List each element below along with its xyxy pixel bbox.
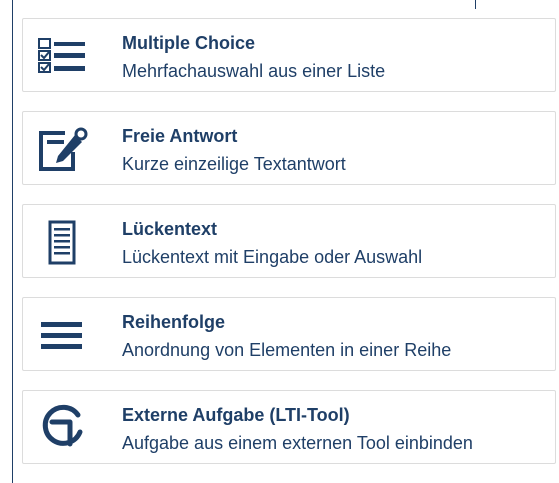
option-external-tool[interactable]: Externe Aufgabe (LTI-Tool) Aufgabe aus e…: [22, 390, 556, 464]
multiple-choice-icon: [32, 32, 94, 80]
ordering-icon: [32, 311, 94, 359]
option-cloze-text[interactable]: Lückentext Lückentext mit Eingabe oder A…: [22, 204, 556, 278]
option-description: Kurze einzeilige Textantwort: [122, 154, 346, 174]
option-description: Mehrfachauswahl aus einer Liste: [122, 61, 386, 81]
panel-divider: [475, 0, 476, 9]
option-description: Anordnung von Elementen in einer Reihe: [122, 340, 452, 360]
option-multiple-choice[interactable]: Multiple Choice Mehrfachauswahl aus eine…: [22, 18, 556, 92]
option-description: Lückentext mit Eingabe oder Auswahl: [122, 247, 423, 267]
option-title: Freie Antwort: [122, 126, 238, 146]
external-tool-icon: [32, 404, 94, 452]
option-free-answer[interactable]: Freie Antwort Kurze einzeilige Textantwo…: [22, 111, 556, 185]
cloze-text-icon: [32, 218, 94, 266]
free-answer-icon: [32, 125, 94, 173]
option-title: Externe Aufgabe (LTI-Tool): [122, 405, 350, 425]
option-description: Aufgabe aus einem externen Tool einbinde…: [122, 433, 473, 453]
option-title: Lückentext: [122, 219, 218, 239]
option-title: Multiple Choice: [122, 33, 256, 53]
option-title: Reihenfolge: [122, 312, 226, 332]
option-ordering[interactable]: Reihenfolge Anordnung von Elementen in e…: [22, 297, 556, 371]
